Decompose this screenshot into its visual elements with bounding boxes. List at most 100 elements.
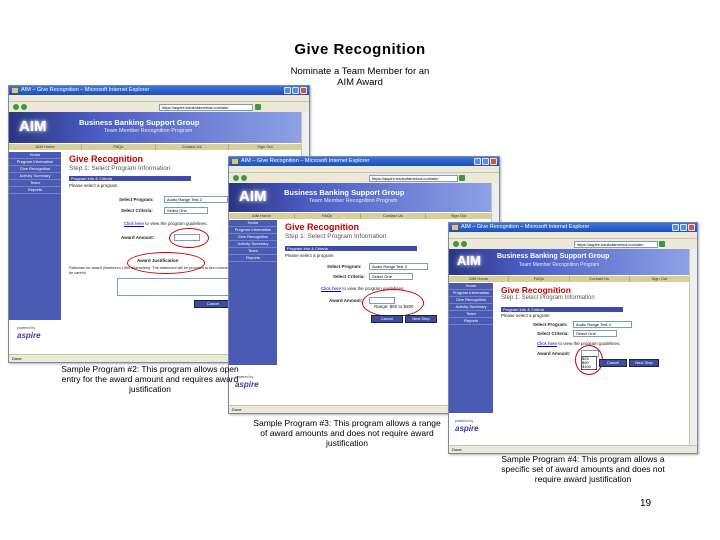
aspire-logo: aspire [455, 424, 479, 433]
minimize-button[interactable] [474, 158, 481, 165]
go-icon[interactable] [659, 241, 665, 247]
caption-program-2: Sample Program #2: This program allows o… [61, 364, 239, 394]
next-step-button[interactable]: Next Step [629, 359, 659, 367]
nav-contact[interactable]: Contact Us [156, 144, 229, 150]
rules-text: to view the program guidelines. [145, 221, 208, 226]
close-button[interactable] [490, 158, 497, 165]
page-step: Step 1: Select Program Information [285, 233, 387, 240]
sidebar-item-activity[interactable]: Activity Summary [449, 304, 493, 311]
forward-icon[interactable] [241, 175, 247, 181]
forward-icon[interactable] [461, 241, 467, 247]
criteria-select[interactable]: Select One [369, 273, 413, 280]
justification-textarea[interactable] [117, 278, 236, 296]
program-select[interactable]: Audio Range Test 3 [369, 263, 428, 270]
scrollbar[interactable] [689, 249, 697, 445]
brand-name: Business Banking Support Group [79, 118, 200, 127]
address-bar[interactable]: https://aspire.bankofamerica.com/aim [369, 175, 458, 182]
close-button[interactable] [300, 87, 307, 94]
brand-name: Business Banking Support Group [497, 253, 610, 260]
select-program-label: Select Program: [533, 322, 568, 327]
back-icon[interactable] [453, 241, 459, 247]
sidebar-item-home[interactable]: Home [9, 152, 61, 159]
brand-subtitle: Team Member Recognition Program [519, 262, 600, 268]
back-icon[interactable] [13, 104, 19, 110]
page-title: Give Recognition [285, 222, 360, 232]
program-select[interactable]: Audio Range Test 2 [164, 196, 228, 203]
maximize-button[interactable] [482, 158, 489, 165]
sidebar: Home Program Information Give Recognitio… [449, 283, 493, 413]
nav-contact[interactable]: Contact Us [361, 213, 427, 219]
title-bar: AIM – Give Recognition – Microsoft Inter… [449, 223, 697, 232]
sidebar-item-program-info[interactable]: Program Information [9, 159, 61, 166]
sidebar-item-home[interactable]: Home [449, 283, 493, 290]
select-program-label: Select Program: [119, 197, 154, 202]
cancel-button[interactable]: Cancel [371, 315, 403, 323]
sidebar-item-reports[interactable]: Reports [9, 187, 61, 194]
sidebar-item-reports[interactable]: Reports [229, 255, 277, 262]
top-nav: AIM Home FAQs Contact Us Sign Out [449, 276, 690, 282]
rules-link[interactable]: Click here [124, 221, 144, 226]
nav-sign-out[interactable]: Sign Out [426, 213, 492, 219]
window-title: AIM – Give Recognition – Microsoft Inter… [21, 87, 150, 93]
maximize-button[interactable] [292, 87, 299, 94]
aim-logo: AIM [457, 253, 481, 268]
sidebar-item-activity[interactable]: Activity Summary [9, 173, 61, 180]
cancel-button[interactable]: Cancel [599, 359, 627, 367]
nav-sign-out[interactable]: Sign Out [630, 276, 690, 282]
caption-program-4: Sample Program #4: This program allows a… [501, 454, 665, 484]
close-button[interactable] [688, 224, 695, 231]
nav-aim-home[interactable]: AIM Home [9, 144, 83, 150]
sidebar-item-give-recognition[interactable]: Give Recognition [229, 234, 277, 241]
maximize-button[interactable] [680, 224, 687, 231]
ie-icon [12, 88, 18, 93]
page-step: Step 1: Select Program Information [501, 295, 595, 301]
go-icon[interactable] [459, 175, 465, 181]
program-select[interactable]: Audio Range Test 4 [573, 321, 632, 328]
next-step-button[interactable]: Next Step [405, 315, 437, 323]
nav-aim-home[interactable]: AIM Home [449, 276, 510, 282]
criteria-select[interactable]: Select One [164, 207, 208, 214]
sidebar-item-team[interactable]: Team [229, 248, 277, 255]
window-title: AIM – Give Recognition – Microsoft Inter… [241, 158, 370, 164]
page-title: Give Recognition [69, 154, 144, 164]
nav-faqs[interactable]: FAQs [82, 144, 156, 150]
sidebar-item-give-recognition[interactable]: Give Recognition [449, 297, 493, 304]
rules-link[interactable]: Click here [321, 286, 341, 291]
sidebar-item-reports[interactable]: Reports [449, 318, 493, 325]
sidebar-item-team[interactable]: Team [449, 311, 493, 318]
forward-icon[interactable] [21, 104, 27, 110]
nav-contact[interactable]: Contact Us [570, 276, 630, 282]
address-bar[interactable]: https://aspire.bankofamerica.com/aim [574, 241, 658, 248]
sidebar-item-activity[interactable]: Activity Summary [229, 241, 277, 248]
sidebar-item-program-info[interactable]: Program Information [449, 290, 493, 297]
minimize-button[interactable] [672, 224, 679, 231]
menu-bar[interactable] [449, 232, 697, 239]
sidebar-item-home[interactable]: Home [229, 220, 277, 227]
title-bar: AIM – Give Recognition – Microsoft Inter… [229, 157, 499, 166]
sidebar-item-team[interactable]: Team [9, 180, 61, 187]
nav-faqs[interactable]: FAQs [295, 213, 361, 219]
criteria-select[interactable]: Select One [573, 330, 617, 337]
go-icon[interactable] [255, 104, 261, 110]
cancel-button[interactable]: Cancel [194, 300, 232, 308]
brand-subtitle: Team Member Recognition Program [104, 128, 193, 134]
title-bar: AIM – Give Recognition – Microsoft Inter… [9, 86, 309, 95]
slide-title: Give Recognition [294, 41, 426, 58]
nav-aim-home[interactable]: AIM Home [229, 213, 295, 219]
aim-logo: AIM [239, 188, 267, 205]
award-amount-label: Award Amount: [329, 298, 363, 303]
address-bar[interactable]: https://aspire.bankofamerica.com/aim [159, 104, 253, 111]
minimize-button[interactable] [284, 87, 291, 94]
menu-bar[interactable] [9, 95, 309, 102]
page-number: 19 [640, 498, 652, 509]
top-nav: AIM Home FAQs Contact Us Sign Out [229, 213, 492, 219]
sidebar-item-give-recognition[interactable]: Give Recognition [9, 166, 61, 173]
sidebar-item-program-info[interactable]: Program Information [229, 227, 277, 234]
rules-link[interactable]: Click here [537, 341, 557, 346]
menu-bar[interactable] [229, 166, 499, 173]
nav-sign-out[interactable]: Sign Out [229, 144, 302, 150]
sidebar: Home Program Information Give Recognitio… [9, 152, 61, 320]
select-criteria-label: Select Criteria: [333, 274, 365, 279]
back-icon[interactable] [233, 175, 239, 181]
nav-faqs[interactable]: FAQs [509, 276, 570, 282]
